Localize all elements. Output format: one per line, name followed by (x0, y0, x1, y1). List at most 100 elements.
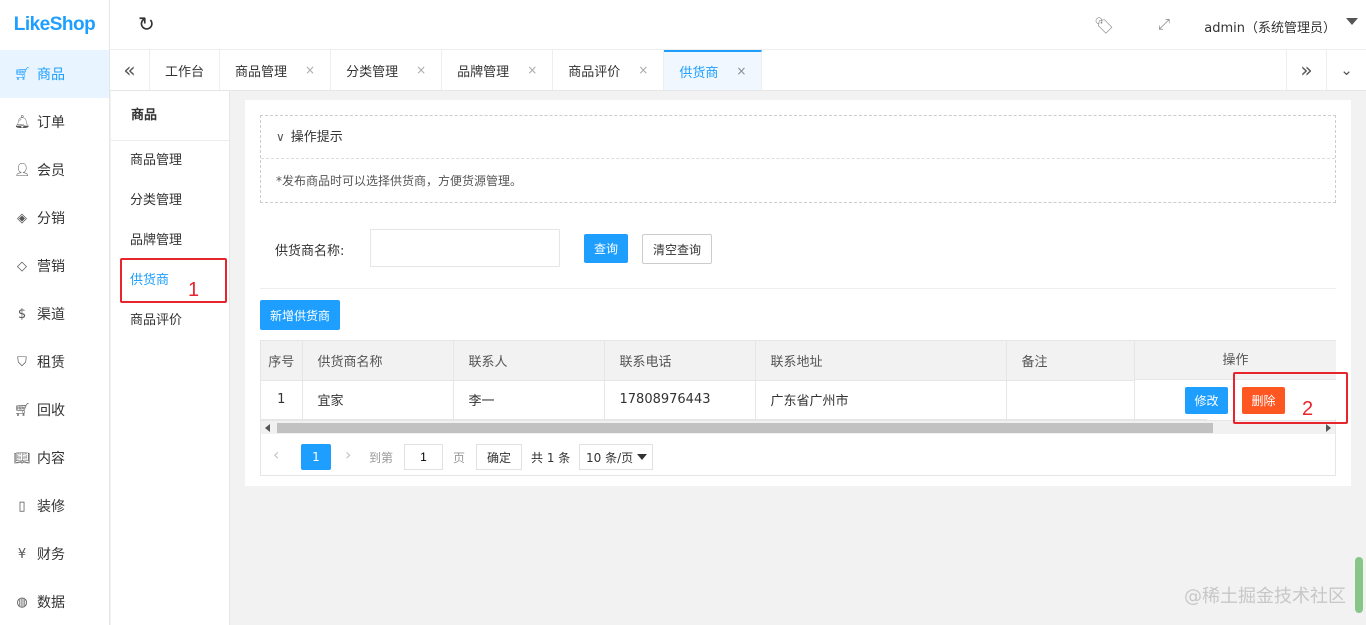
pagination: ‹ 1 › 到第 页 确定 共 1 条 10 条/页 (261, 441, 1335, 471)
nav-label: 回收 (37, 403, 65, 419)
globe-icon: ◍ (16, 594, 28, 610)
tips-text: *发布商品时可以选择供货商，方便货源管理。 (276, 174, 523, 188)
cell-no: 1 (261, 380, 303, 420)
tabs: 工作台 商品管理 × 分类管理 × 品牌管理 × 商品评价 × 供货商 × (150, 50, 763, 90)
edit-button[interactable]: 修改 (1185, 387, 1228, 414)
confirm-button[interactable]: 确定 (476, 444, 522, 470)
tag-icon[interactable]: 🏷︎ (1094, 16, 1114, 35)
scroll-thumb[interactable] (277, 423, 1213, 433)
refresh-icon[interactable]: ↻ (138, 14, 155, 34)
submenu-item-brand-manage[interactable]: 品牌管理 (111, 221, 229, 261)
query-button[interactable]: 查询 (584, 234, 628, 263)
user-menu[interactable]: admin（系统管理员） (1204, 17, 1336, 36)
close-icon[interactable]: × (527, 63, 537, 77)
tab-label: 供货商 (679, 65, 719, 81)
tab-bar: « 工作台 商品管理 × 分类管理 × 品牌管理 × 商品评价 × 供货商 × » ⌄ (110, 50, 1366, 91)
nav-item-decoration[interactable]: ▯ 装修 (0, 482, 109, 530)
goto-page-input[interactable] (404, 444, 443, 470)
submenu-item-goods-comment[interactable]: 商品评价 (111, 301, 229, 341)
tips-title: 操作提示 (290, 130, 343, 145)
page-size-select[interactable]: 10 条/页 (579, 444, 653, 470)
table-row: 1 宜家 李一 17808976443 广东省广州市 (261, 380, 1207, 420)
tab-prev-icon[interactable]: « (110, 50, 150, 90)
horizontal-scrollbar[interactable] (261, 420, 1335, 434)
clear-query-button[interactable]: 清空查询 (642, 234, 712, 264)
data-table: 序号 供货商名称 联系人 联系电话 联系地址 备注 1 宜家 李一 178089… (261, 341, 1207, 420)
nav-label: 财务 (37, 547, 65, 563)
nav-item-members[interactable]: 👤︎ 会员 (0, 146, 109, 194)
bell-icon: 🔔︎ (14, 114, 31, 130)
nav-label: 装修 (37, 499, 65, 515)
chevron-down-icon[interactable]: ⌄ (1326, 50, 1366, 90)
nav-label: 内容 (37, 451, 65, 467)
tab-label: 商品管理 (235, 64, 288, 80)
tab-goods-comment[interactable]: 商品评价 × (553, 50, 665, 90)
nav-item-recycle[interactable]: 🛒︎ 回收 (0, 386, 109, 434)
submenu-item-goods-manage[interactable]: 商品管理 (111, 141, 229, 181)
cell-contact: 李一 (453, 380, 605, 420)
tab-category-manage[interactable]: 分类管理 × (331, 50, 443, 90)
divider (260, 288, 1336, 289)
tab-supplier[interactable]: 供货商 × (664, 50, 763, 90)
nav-item-orders[interactable]: 🔔︎ 订单 (0, 98, 109, 146)
column-header: 联系电话 (604, 341, 756, 381)
cart-icon: 🛒︎ (14, 402, 31, 418)
nav-label: 租赁 (37, 355, 65, 371)
nav-item-distribution[interactable]: ◈ 分销 (0, 194, 109, 242)
prev-page-icon[interactable]: ‹ (273, 445, 279, 464)
annotation-number-1: 1 (188, 279, 200, 301)
tab-goods-manage[interactable]: 商品管理 × (220, 50, 332, 90)
current-page[interactable]: 1 (301, 444, 331, 470)
supplier-table: 序号 供货商名称 联系人 联系电话 联系地址 备注 1 宜家 李一 178089… (260, 340, 1336, 476)
scroll-left-icon[interactable] (265, 424, 270, 432)
submenu-item-category-manage[interactable]: 分类管理 (111, 181, 229, 221)
column-header: 供货商名称 (302, 341, 454, 381)
close-icon[interactable]: × (638, 63, 648, 77)
supplier-name-label: 供货商名称: (275, 244, 345, 259)
tips-header[interactable]: ∨ 操作提示 (261, 116, 1335, 159)
annotation-number-2: 2 (1302, 398, 1314, 420)
column-header: 联系人 (453, 341, 605, 381)
nav-item-lease[interactable]: ⛉ 租赁 (0, 338, 109, 386)
nav-label: 渠道 (37, 307, 65, 323)
chevron-down-icon: ∨ (276, 130, 285, 144)
logo: LikeShop (13, 14, 96, 35)
scroll-right-icon[interactable] (1326, 424, 1331, 432)
nav-label: 分销 (37, 211, 65, 227)
tab-label: 工作台 (165, 64, 205, 80)
nav-item-goods[interactable]: 🛒︎ 商品 (0, 50, 109, 98)
tab-label: 商品评价 (568, 64, 621, 80)
tab-next-icon[interactable]: » (1286, 50, 1326, 90)
nav-label: 订单 (37, 115, 65, 131)
nav-item-channel[interactable]: $ 渠道 (0, 290, 109, 338)
fullscreen-icon[interactable]: ⤢ (1158, 15, 1170, 33)
tab-workbench[interactable]: 工作台 (150, 50, 221, 90)
supplier-name-input[interactable] (370, 229, 560, 267)
nav-item-marketing[interactable]: ◇ 营销 (0, 242, 109, 290)
caret-down-icon[interactable] (1346, 18, 1358, 25)
annotation-box-1 (120, 258, 227, 303)
nav-label: 会员 (37, 163, 65, 179)
cell-phone: 17808976443 (604, 380, 756, 420)
shield-icon: ⛉ (17, 354, 27, 370)
nav-label: 商品 (37, 67, 65, 83)
tab-brand-manage[interactable]: 品牌管理 × (442, 50, 554, 90)
next-page-icon[interactable]: › (345, 445, 351, 464)
add-supplier-button[interactable]: 新增供货商 (260, 300, 340, 330)
nav-item-finance[interactable]: ¥ 财务 (0, 530, 109, 578)
user-icon: 👤︎ (14, 162, 31, 178)
layers-icon: ◈ (17, 210, 27, 226)
close-icon[interactable]: × (416, 63, 426, 77)
close-icon[interactable]: × (305, 63, 315, 77)
cart-icon: 🛒︎ (14, 66, 31, 82)
submenu-title: 商品 (111, 91, 229, 141)
page-scrollbar[interactable] (1355, 557, 1363, 613)
nav-item-content[interactable]: 📖︎ 内容 (0, 434, 109, 482)
nav-label: 数据 (37, 595, 65, 611)
table-header-row: 序号 供货商名称 联系人 联系电话 联系地址 备注 (261, 341, 1207, 381)
cell-name: 宜家 (302, 380, 454, 420)
nav-item-data[interactable]: ◍ 数据 (0, 578, 109, 625)
cell-address: 广东省广州市 (755, 380, 1007, 420)
tab-label: 分类管理 (346, 64, 399, 80)
close-icon[interactable]: × (736, 64, 746, 78)
